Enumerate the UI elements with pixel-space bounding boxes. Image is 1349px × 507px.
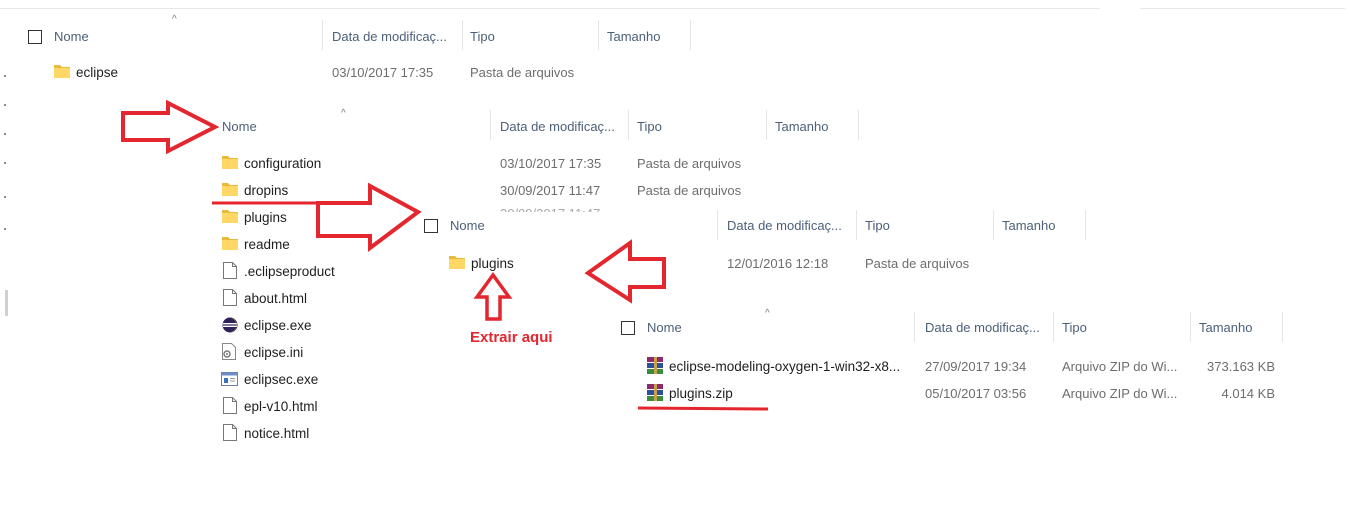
- column-header-name[interactable]: Nome: [54, 29, 89, 44]
- column-header-name[interactable]: Nome: [647, 320, 682, 335]
- column-divider[interactable]: [628, 110, 629, 140]
- file-name: plugins.zip: [669, 386, 733, 401]
- folder-icon: [222, 183, 238, 196]
- file-type: Pasta de arquivos: [865, 256, 970, 271]
- column-divider[interactable]: [1053, 312, 1054, 342]
- sort-ascending-icon: ^: [341, 108, 346, 119]
- annotation-arrow-right: [316, 182, 422, 252]
- file-modified: 05/10/2017 03:56: [925, 386, 1027, 401]
- folder-icon: [449, 256, 465, 269]
- winrar-archive-icon: [647, 384, 663, 401]
- file-name: eclipse.ini: [244, 345, 304, 360]
- file-type: Pasta de arquivos: [637, 183, 742, 198]
- column-header-size[interactable]: Tamanho: [1002, 218, 1055, 233]
- file-size: 4.014 KB: [1221, 386, 1276, 401]
- file-name: readme: [244, 237, 290, 252]
- settings-file-icon: [222, 343, 236, 360]
- folder-icon: [222, 156, 238, 169]
- file-name: eclipsec.exe: [244, 372, 319, 387]
- select-all-checkbox[interactable]: [424, 219, 438, 233]
- column-divider[interactable]: [856, 210, 857, 240]
- file-modified: 12/01/2016 12:18: [727, 256, 829, 271]
- column-header-name[interactable]: Nome: [450, 218, 485, 233]
- file-icon: [223, 424, 237, 441]
- console-app-icon: [221, 372, 238, 386]
- file-modified: 03/10/2017 17:35: [500, 156, 602, 171]
- column-header-size[interactable]: Tamanho: [1199, 320, 1252, 335]
- file-name: eclipse.exe: [244, 318, 312, 333]
- file-modified: 27/09/2017 19:34: [925, 359, 1027, 374]
- edge-mark: [4, 104, 6, 106]
- file-name: plugins: [471, 256, 514, 271]
- edge-mark: [4, 228, 6, 230]
- file-name: dropins: [244, 183, 289, 198]
- column-divider[interactable]: [690, 20, 691, 50]
- file-icon: [223, 397, 237, 414]
- top-border-right: [1140, 8, 1345, 9]
- column-header-type[interactable]: Tipo: [1062, 320, 1087, 335]
- column-header-size[interactable]: Tamanho: [775, 119, 828, 134]
- edge-mark: [4, 162, 6, 164]
- column-header-name[interactable]: Nome: [222, 119, 257, 134]
- sort-ascending-icon: ^: [172, 14, 177, 25]
- annotation-arrow-up: [473, 272, 513, 321]
- column-header-size[interactable]: Tamanho: [607, 29, 660, 44]
- file-type: Arquivo ZIP do Wi...: [1062, 386, 1178, 401]
- column-divider[interactable]: [1085, 210, 1086, 240]
- edge-mark: [4, 196, 6, 198]
- column-divider[interactable]: [766, 110, 767, 140]
- scrollbar-thumb[interactable]: [5, 290, 8, 316]
- column-divider[interactable]: [858, 110, 859, 140]
- folder-icon: [222, 210, 238, 223]
- column-header-modified[interactable]: Data de modificaç...: [332, 29, 447, 44]
- sort-ascending-icon: ^: [765, 308, 770, 319]
- annotation-underline: [637, 406, 769, 411]
- column-divider[interactable]: [462, 20, 463, 50]
- eclipse-logo-icon: [222, 317, 238, 333]
- annotation-arrow-right: [121, 99, 220, 155]
- file-name: plugins: [244, 210, 287, 225]
- file-type: Pasta de arquivos: [637, 156, 742, 171]
- file-name: about.html: [244, 291, 308, 306]
- column-divider[interactable]: [717, 210, 718, 240]
- file-size: 373.163 KB: [1207, 359, 1275, 374]
- file-type: Arquivo ZIP do Wi...: [1062, 359, 1178, 374]
- column-divider[interactable]: [1282, 312, 1283, 342]
- column-divider[interactable]: [490, 110, 491, 140]
- folder-icon: [54, 65, 70, 78]
- top-border: [0, 8, 1100, 9]
- column-header-type[interactable]: Tipo: [865, 218, 890, 233]
- file-icon: [223, 262, 237, 279]
- column-divider[interactable]: [322, 20, 323, 50]
- file-name: notice.html: [244, 426, 310, 441]
- file-modified: 30/09/2017 11:47: [500, 183, 601, 198]
- annotation-extract-label: Extrair aqui: [470, 329, 553, 346]
- column-header-type[interactable]: Tipo: [470, 29, 495, 44]
- edge-mark: [4, 133, 6, 135]
- file-name: configuration: [244, 156, 322, 171]
- column-header-modified[interactable]: Data de modificaç...: [500, 119, 615, 134]
- column-header-modified[interactable]: Data de modificaç...: [727, 218, 842, 233]
- file-name: eclipse-modeling-oxygen-1-win32-x8...: [669, 359, 901, 374]
- select-all-checkbox[interactable]: [621, 321, 635, 335]
- column-divider[interactable]: [598, 20, 599, 50]
- file-type: Pasta de arquivos: [470, 65, 575, 80]
- file-name: epl-v10.html: [244, 399, 318, 414]
- file-name: .eclipseproduct: [244, 264, 335, 279]
- edge-mark: [4, 75, 6, 77]
- folder-icon: [222, 237, 238, 250]
- column-divider[interactable]: [1190, 312, 1191, 342]
- column-divider[interactable]: [914, 312, 915, 342]
- file-name: eclipse: [76, 65, 119, 80]
- file-icon: [223, 289, 237, 306]
- column-header-modified[interactable]: Data de modificaç...: [925, 320, 1040, 335]
- column-header-type[interactable]: Tipo: [637, 119, 662, 134]
- winrar-archive-icon: [647, 357, 663, 374]
- file-modified: 03/10/2017 17:35: [332, 65, 434, 80]
- column-divider[interactable]: [993, 210, 994, 240]
- select-all-checkbox[interactable]: [28, 30, 42, 44]
